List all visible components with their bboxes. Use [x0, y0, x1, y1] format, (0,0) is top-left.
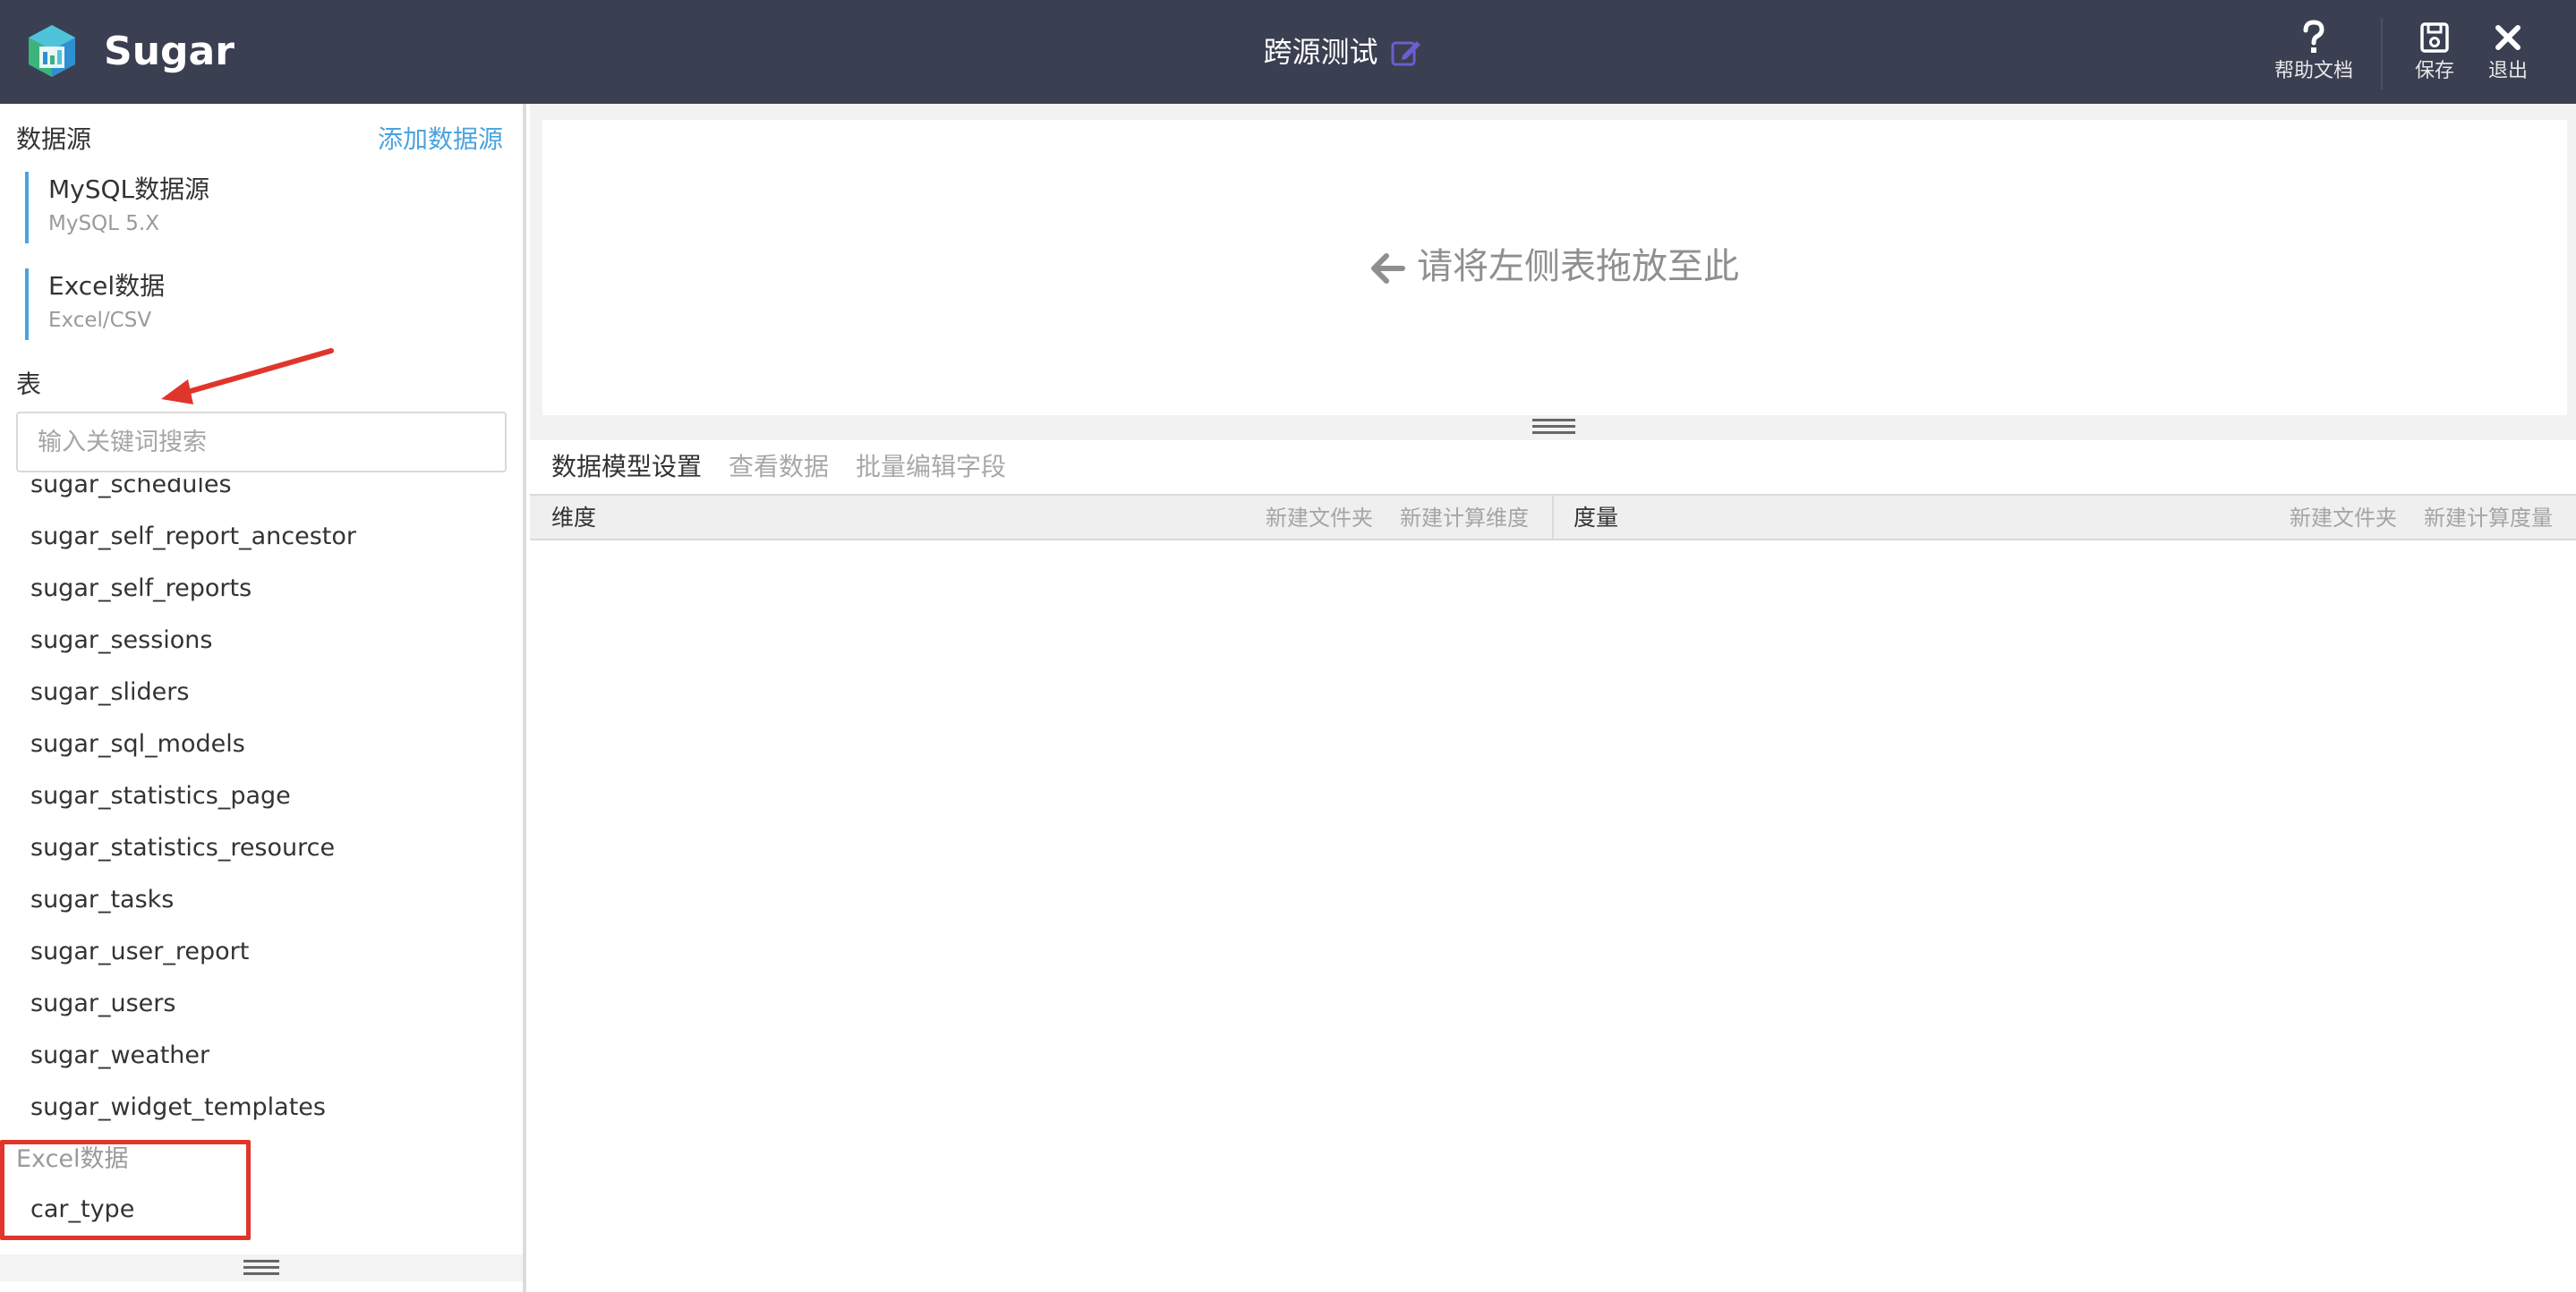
help-docs-button[interactable]: 帮助文档	[2265, 20, 2363, 95]
fields-column-divider	[1552, 540, 1554, 1292]
table-search-input[interactable]	[16, 412, 507, 472]
table-item[interactable]: sugar_user_report	[30, 934, 249, 970]
table-item[interactable]: sugar_widget_templates	[30, 1090, 326, 1126]
page-title-area: 跨源测试	[1164, 32, 1522, 72]
dimension-title: 维度	[551, 505, 597, 531]
datasource-type: Excel/CSV	[48, 309, 152, 332]
header-divider	[2381, 18, 2383, 89]
tab-batch-edit-fields[interactable]: 批量编辑字段	[856, 449, 1006, 485]
save-button[interactable]: 保存	[2399, 20, 2470, 95]
table-item[interactable]: sugar_tasks	[30, 882, 174, 918]
drop-hint: 请将左侧表拖放至此	[542, 242, 2567, 292]
datasource-section-title: 数据源	[16, 124, 92, 154]
left-sidebar: 数据源 添加数据源 MySQL数据源 MySQL 5.X Excel数据 Exc…	[0, 104, 526, 1292]
fields-header: 维度 新建文件夹 新建计算维度 度量 新建文件夹 新建计算度量	[530, 494, 2576, 540]
page-title: 跨源测试	[1263, 35, 1378, 69]
new-calc-dimension-button[interactable]: 新建计算维度	[1400, 503, 1529, 533]
add-datasource-link[interactable]: 添加数据源	[378, 122, 503, 157]
datasource-type: MySQL 5.X	[48, 212, 159, 235]
measure-title: 度量	[1574, 505, 1619, 531]
dimension-new-folder-button[interactable]: 新建文件夹	[1266, 503, 1373, 533]
tab-view-data[interactable]: 查看数据	[729, 449, 829, 485]
table-item[interactable]: sugar_self_reports	[30, 571, 252, 607]
datasource-name: MySQL数据源	[48, 174, 210, 204]
exit-button[interactable]: 退出	[2472, 20, 2544, 95]
table-item[interactable]: sugar_schedules	[30, 478, 232, 503]
top-header: Sugar 跨源测试 帮助文档 保存 退出	[0, 0, 2576, 104]
arrow-left-icon	[1371, 253, 1405, 284]
sidebar-resize-handle[interactable]	[0, 1254, 523, 1281]
new-calc-measure-button[interactable]: 新建计算度量	[2424, 503, 2553, 533]
table-item[interactable]: sugar_sql_models	[30, 727, 245, 762]
edit-icon[interactable]	[1390, 36, 1422, 68]
tab-model-settings[interactable]: 数据模型设置	[551, 449, 702, 485]
model-tabs: 数据模型设置 查看数据 批量编辑字段	[530, 440, 2576, 494]
table-item[interactable]: sugar_self_report_ancestor	[30, 519, 356, 555]
app-name: Sugar	[104, 29, 235, 74]
datasource-item-excel[interactable]: Excel数据 Excel/CSV	[25, 268, 383, 340]
floppy-disk-icon	[2420, 22, 2449, 53]
help-docs-label: 帮助文档	[2273, 60, 2353, 82]
datasource-name: Excel数据	[48, 271, 166, 301]
table-item[interactable]: sugar_weather	[30, 1038, 209, 1074]
table-item[interactable]: sugar_users	[30, 986, 175, 1022]
save-label: 保存	[2414, 60, 2454, 82]
drop-hint-text: 请将左侧表拖放至此	[1417, 246, 1739, 287]
table-drop-zone[interactable]: 请将左侧表拖放至此	[542, 120, 2567, 415]
table-item[interactable]: sugar_statistics_page	[30, 778, 291, 814]
drag-handle-icon	[243, 1260, 279, 1276]
annotation-highlight-box	[0, 1140, 251, 1240]
column-divider	[1552, 496, 1554, 539]
main-workspace: 请将左侧表拖放至此 数据模型设置 查看数据 批量编辑字段 维度 新建文件夹 新建…	[530, 104, 2576, 1292]
table-item[interactable]: sugar_statistics_resource	[30, 830, 335, 866]
exit-label: 退出	[2487, 60, 2528, 82]
sugar-logo-icon[interactable]	[25, 23, 79, 81]
question-icon	[2303, 20, 2324, 53]
measure-new-folder-button[interactable]: 新建文件夹	[2290, 503, 2397, 533]
table-item[interactable]: sugar_sliders	[30, 675, 189, 710]
table-section-title: 表	[16, 370, 42, 399]
annotation-arrow-icon	[161, 348, 334, 404]
table-item[interactable]: sugar_sessions	[30, 623, 212, 659]
panel-resize-handle[interactable]	[1532, 419, 1575, 442]
close-icon	[2495, 25, 2521, 50]
datasource-item-mysql[interactable]: MySQL数据源 MySQL 5.X	[25, 172, 383, 243]
fields-panel	[530, 540, 2576, 1292]
table-list[interactable]: sugar_schedules sugar_self_report_ancest…	[0, 478, 523, 1249]
